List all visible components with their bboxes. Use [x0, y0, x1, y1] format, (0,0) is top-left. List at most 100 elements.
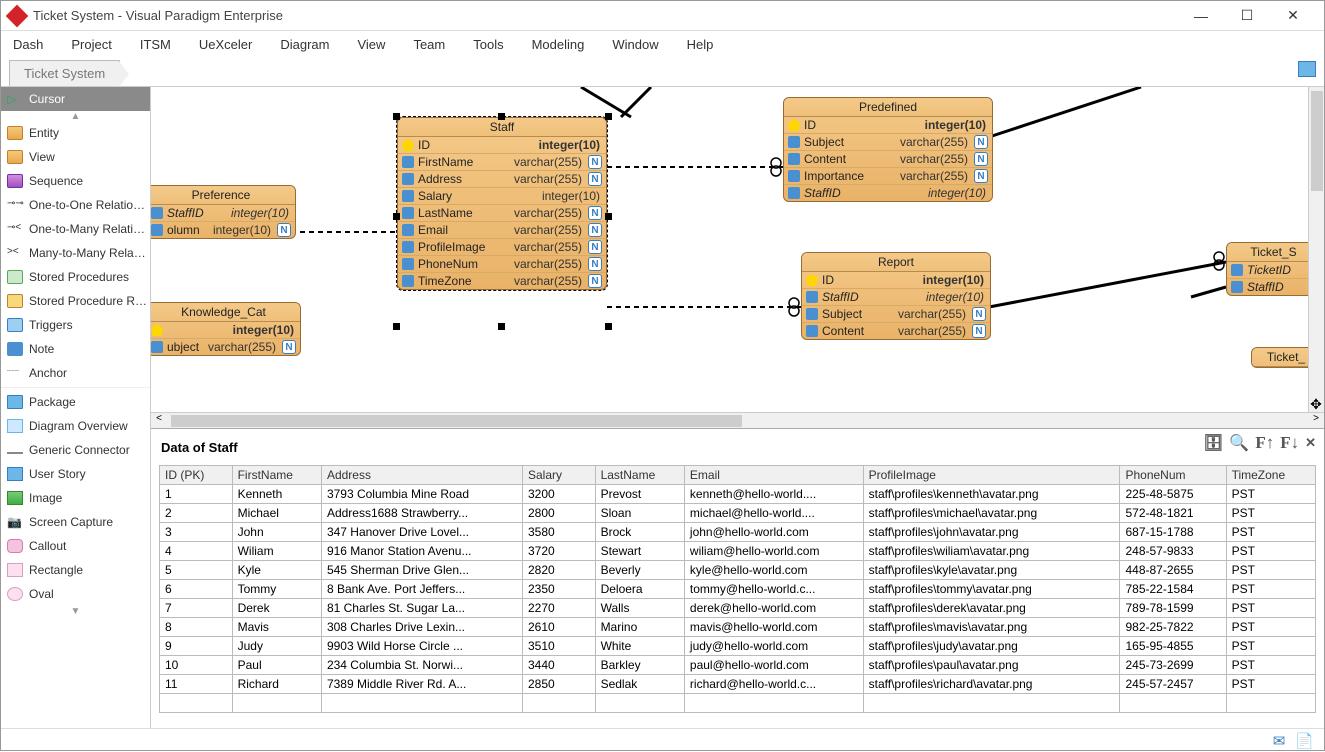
table-row[interactable]: 8Mavis308 Charles Drive Lexin...2610Mari…	[160, 618, 1316, 637]
entity-column: StaffIDinteger(10)	[784, 185, 992, 201]
column-icon	[806, 308, 818, 320]
table-cell: 789-78-1599	[1120, 599, 1226, 618]
tool-one-to-many[interactable]: ⊸<One-to-Many Relati…	[1, 217, 150, 241]
tool-oval[interactable]: Oval	[1, 582, 150, 606]
column-icon	[402, 207, 414, 219]
tool-one-to-one[interactable]: ⊸⊸One-to-One Relatio…	[1, 193, 150, 217]
tool-user-story[interactable]: User Story	[1, 462, 150, 486]
table-cell: staff\profiles\john\avatar.png	[863, 523, 1120, 542]
diagram-canvas[interactable]: PreferenceStaffIDinteger(10)olumninteger…	[151, 87, 1324, 412]
table-row[interactable]: 2MichaelAddress1688 Strawberry...2800Slo…	[160, 504, 1316, 523]
table-row[interactable]: 10Paul234 Columbia St. Norwi...3440Barkl…	[160, 656, 1316, 675]
data-table[interactable]: ID (PK)FirstNameAddressSalaryLastNameEma…	[159, 465, 1316, 713]
table-row[interactable]: 9Judy9903 Wild Horse Circle ...3510White…	[160, 637, 1316, 656]
tool-triggers[interactable]: Triggers	[1, 313, 150, 337]
col-header[interactable]: Email	[684, 466, 863, 485]
view-icon	[7, 150, 23, 164]
table-row-empty[interactable]	[160, 694, 1316, 713]
tool-screen-capture[interactable]: Screen Capture	[1, 510, 150, 534]
tool-entity[interactable]: Entity	[1, 121, 150, 145]
entity-preference[interactable]: PreferenceStaffIDinteger(10)olumninteger…	[151, 185, 296, 239]
tool-anchor[interactable]: ┈┈Anchor	[1, 361, 150, 385]
entity-ticket-staff[interactable]: Ticket_STicketIDiStaffIDi	[1226, 242, 1321, 296]
tool-sequence[interactable]: Sequence	[1, 169, 150, 193]
menu-itsm[interactable]: ITSM	[140, 37, 171, 52]
entity-column: integer(10)	[151, 322, 300, 339]
table-row[interactable]: 7Derek81 Charles St. Sugar La...2270Wall…	[160, 599, 1316, 618]
tool-generic-connector[interactable]: Generic Connector	[1, 438, 150, 462]
sort-desc-button[interactable]: F↓	[1280, 433, 1299, 453]
doc-icon[interactable]: 📄	[1295, 732, 1314, 750]
mail-icon[interactable]: ✉	[1273, 732, 1286, 750]
menubar: Dash Project ITSM UeXceler Diagram View …	[1, 31, 1324, 57]
collapse-down-icon[interactable]: ▼	[1, 606, 150, 616]
entity-staff[interactable]: StaffIDinteger(10)FirstNamevarchar(255)N…	[397, 117, 607, 290]
entity-knowledge-cat[interactable]: Knowledge_Catinteger(10)ubjectvarchar(25…	[151, 302, 301, 356]
col-header[interactable]: Address	[321, 466, 522, 485]
table-row[interactable]: 5Kyle545 Sherman Drive Glen...2820Beverl…	[160, 561, 1316, 580]
menu-project[interactable]: Project	[71, 37, 111, 52]
find-icon[interactable]: 🔍	[1229, 433, 1249, 453]
menu-window[interactable]: Window	[612, 37, 658, 52]
pan-icon[interactable]: ✥	[1308, 396, 1324, 412]
canvas-horizontal-scrollbar[interactable]: < >	[151, 412, 1324, 428]
close-panel-button[interactable]: ✕	[1305, 435, 1316, 451]
entity-report[interactable]: ReportIDinteger(10)StaffIDinteger(10)Sub…	[801, 252, 991, 340]
tool-diagram-overview[interactable]: Diagram Overview	[1, 414, 150, 438]
tool-stored-procedure-resultset[interactable]: Stored Procedure R…	[1, 289, 150, 313]
sort-asc-button[interactable]: F↑	[1255, 433, 1274, 453]
switch-layout-icon[interactable]	[1298, 61, 1316, 77]
menu-modeling[interactable]: Modeling	[532, 37, 585, 52]
tool-rectangle[interactable]: Rectangle	[1, 558, 150, 582]
tool-callout[interactable]: Callout	[1, 534, 150, 558]
table-row[interactable]: 6Tommy8 Bank Ave. Port Jeffers...2350Del…	[160, 580, 1316, 599]
tool-cursor[interactable]: Cursor	[1, 87, 150, 111]
table-cell: wiliam@hello-world.com	[684, 542, 863, 561]
table-cell: PST	[1226, 485, 1315, 504]
col-header[interactable]: ProfileImage	[863, 466, 1120, 485]
close-button[interactable]: ✕	[1270, 2, 1316, 30]
table-cell: staff\profiles\kenneth\avatar.png	[863, 485, 1120, 504]
table-cell: John	[232, 523, 321, 542]
table-cell: 3200	[522, 485, 595, 504]
menu-view[interactable]: View	[357, 37, 385, 52]
db-icon[interactable]: 🗄	[1203, 433, 1223, 453]
table-row[interactable]: 1Kenneth3793 Columbia Mine Road3200Prevo…	[160, 485, 1316, 504]
table-row[interactable]: 11Richard7389 Middle River Rd. A...2850S…	[160, 675, 1316, 694]
tool-view[interactable]: View	[1, 145, 150, 169]
col-header[interactable]: LastName	[595, 466, 684, 485]
col-header[interactable]: PhoneNum	[1120, 466, 1226, 485]
menu-help[interactable]: Help	[687, 37, 714, 52]
entity-title: Ticket_S	[1227, 243, 1320, 262]
menu-diagram[interactable]: Diagram	[280, 37, 329, 52]
col-header[interactable]: TimeZone	[1226, 466, 1315, 485]
canvas-vertical-scrollbar[interactable]	[1308, 87, 1324, 412]
table-cell: PST	[1226, 580, 1315, 599]
table-cell: Wiliam	[232, 542, 321, 561]
menu-uexceler[interactable]: UeXceler	[199, 37, 252, 52]
col-header[interactable]: Salary	[522, 466, 595, 485]
table-row[interactable]: 3John347 Hanover Drive Lovel...3580Brock…	[160, 523, 1316, 542]
tool-package[interactable]: Package	[1, 390, 150, 414]
tool-note[interactable]: Note	[1, 337, 150, 361]
entity-predefined[interactable]: PredefinedIDinteger(10)Subjectvarchar(25…	[783, 97, 993, 202]
menu-tools[interactable]: Tools	[473, 37, 503, 52]
menu-dash[interactable]: Dash	[13, 37, 43, 52]
col-header[interactable]: ID (PK)	[160, 466, 233, 485]
tool-many-to-many[interactable]: ><Many-to-Many Rela…	[1, 241, 150, 265]
col-header[interactable]: FirstName	[232, 466, 321, 485]
table-row[interactable]: 4Wiliam916 Manor Station Avenu...3720Ste…	[160, 542, 1316, 561]
tool-stored-procedures[interactable]: Stored Procedures	[1, 265, 150, 289]
tab-ticket-system[interactable]: Ticket System	[9, 60, 120, 86]
tool-image[interactable]: Image	[1, 486, 150, 510]
entity-title: Predefined	[784, 98, 992, 117]
minimize-button[interactable]: —	[1178, 2, 1224, 30]
generic-connector-icon	[7, 452, 23, 454]
entity-icon	[7, 126, 23, 140]
collapse-up-icon[interactable]: ▲	[1, 111, 150, 121]
maximize-button[interactable]: ☐	[1224, 2, 1270, 30]
menu-team[interactable]: Team	[413, 37, 445, 52]
toolbox: Cursor ▲ Entity View Sequence ⊸⊸One-to-O…	[1, 87, 151, 728]
entity-column: Subjectvarchar(255)N	[784, 134, 992, 151]
table-cell: Prevost	[595, 485, 684, 504]
